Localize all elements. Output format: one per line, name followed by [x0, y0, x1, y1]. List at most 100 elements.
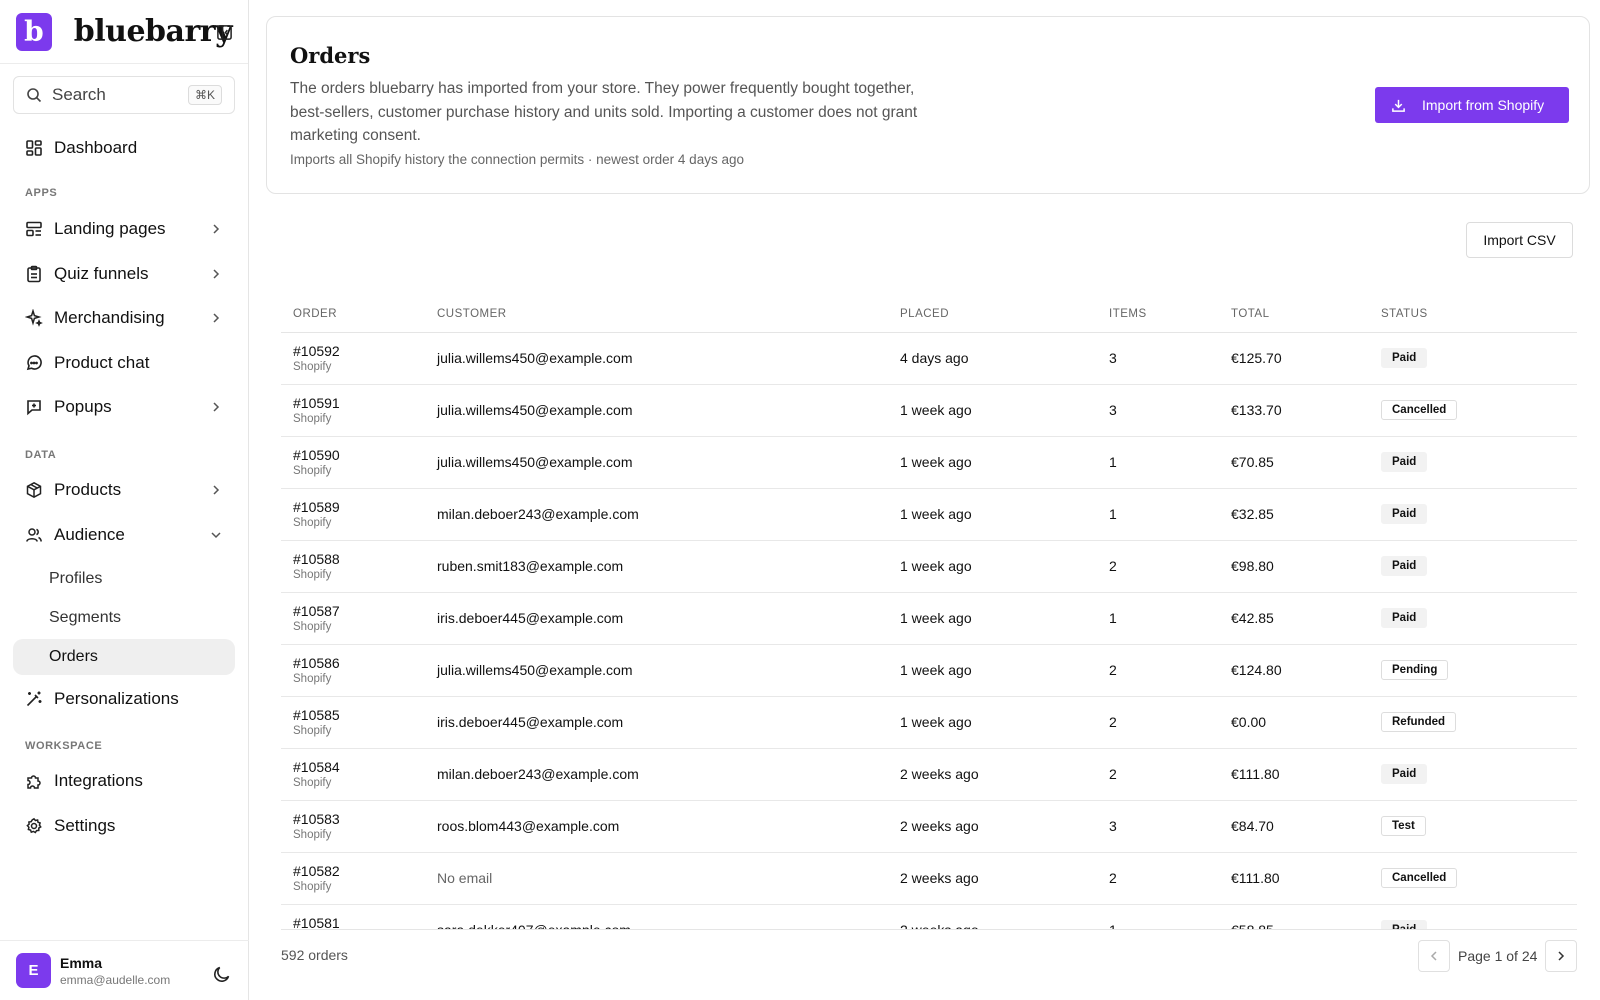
total-cell: €98.80 [1219, 540, 1369, 593]
order-cell: #10588 Shopify [281, 540, 425, 593]
avatar[interactable]: E [16, 953, 51, 988]
sidebar-item-dashboard[interactable]: Dashboard [13, 130, 235, 166]
customer-cell: No email [425, 852, 888, 905]
order-number[interactable]: #10582 [293, 863, 413, 879]
customer-cell: sara.dekker407@example.com [425, 904, 888, 929]
order-number[interactable]: #10590 [293, 447, 413, 463]
table-row[interactable]: #10582 Shopify No email 2 weeks ago 2 €111.80… [281, 852, 1577, 905]
sidebar-item-merchandising[interactable]: Merchandising [13, 300, 235, 336]
order-number[interactable]: #10584 [293, 759, 413, 775]
order-number[interactable]: #10591 [293, 395, 413, 411]
order-number[interactable]: #10588 [293, 551, 413, 567]
puzzle-icon [27, 775, 41, 789]
brand-logo[interactable]: b [16, 12, 52, 51]
sidebar-item-quiz-funnels[interactable]: Quiz funnels [13, 256, 235, 292]
next-page-button[interactable] [1545, 940, 1578, 972]
column-header-placed[interactable]: PLACED [888, 296, 1097, 333]
brand-name[interactable]: bluebarry [74, 14, 233, 49]
order-number[interactable]: #10589 [293, 499, 413, 515]
status-cell: Pending [1369, 644, 1577, 697]
customer-cell: milan.deboer243@example.com [425, 488, 888, 541]
column-header-order[interactable]: ORDER [281, 296, 425, 333]
sidebar-subitem-orders[interactable]: Orders [13, 639, 235, 675]
total-cell: €42.85 [1219, 592, 1369, 645]
table-row[interactable]: #10588 Shopify ruben.smit183@example.com 1 … [281, 540, 1577, 593]
sidebar-item-audience[interactable]: Audience [13, 517, 235, 553]
sidebar-item-label: Landing pages [54, 219, 166, 238]
order-number[interactable]: #10586 [293, 655, 413, 671]
button-label: Import from Shopify [1422, 97, 1545, 113]
items-cell: 2 [1097, 644, 1219, 697]
status-cell: Cancelled [1369, 384, 1577, 437]
table-row[interactable]: #10590 Shopify julia.willems450@example.co… [281, 436, 1577, 489]
table-row[interactable]: #10583 Shopify roos.blom443@example.com 2 w… [281, 800, 1577, 853]
items-cell: 2 [1097, 696, 1219, 749]
sidebar-subitem-segments[interactable]: Segments [13, 600, 235, 636]
import-from-shopify-button[interactable]: Import from Shopify [1375, 87, 1569, 123]
items-cell: 2 [1097, 540, 1219, 593]
status-cell: Paid [1369, 488, 1577, 541]
sidebar-item-settings[interactable]: Settings [13, 808, 235, 844]
customer-cell: roos.blom443@example.com [425, 800, 888, 853]
order-number[interactable]: #10583 [293, 811, 413, 827]
chevron-right-icon [213, 313, 220, 323]
placed-cell: 1 week ago [888, 644, 1097, 697]
table-row[interactable]: #10581Shopifysara.dekker407@example.com2… [281, 904, 1577, 929]
table-row[interactable]: #10585 Shopify iris.deboer445@example.com 1… [281, 696, 1577, 749]
column-header-status[interactable]: STATUS [1369, 296, 1577, 333]
sidebar-item-personalizations[interactable]: Personalizations [13, 681, 235, 717]
sidebar-item-landing-pages[interactable]: Landing pages [13, 211, 235, 247]
table-row[interactable]: #10584 Shopify milan.deboer243@example.com… [281, 748, 1577, 801]
order-cell: #10583 Shopify [281, 800, 425, 853]
user-profile[interactable]: E Emma emma@audelle.com [0, 940, 249, 1000]
previous-page-button[interactable] [1418, 940, 1450, 972]
order-number[interactable]: #10581 [293, 915, 413, 929]
order-number[interactable]: #10592 [293, 343, 413, 359]
search-placeholder: Search [52, 85, 106, 104]
table-row[interactable]: #10586 Shopify julia.willems450@example.co… [281, 644, 1577, 697]
nav-section-data: DATA [25, 449, 57, 461]
column-header-customer[interactable]: CUSTOMER [425, 296, 888, 333]
search-input[interactable]: Search ⌘K [13, 76, 235, 114]
page-description: The orders bluebarry has imported from y… [290, 80, 918, 144]
order-number[interactable]: #10587 [293, 603, 413, 619]
gear-icon [26, 817, 42, 834]
orders-table-body: #10592 Shopify julia.willems450@example.co… [281, 332, 1577, 929]
sidebar-item-product-chat[interactable]: Product chat [13, 345, 235, 381]
orders-table-container[interactable]: ORDER CUSTOMER PLACED ITEMS TOTAL STATUS… [281, 296, 1577, 930]
customer-cell: iris.deboer445@example.com [425, 696, 888, 749]
placed-cell: 2 weeks ago [888, 852, 1097, 905]
page-indicator: Page 1 of 24 [1458, 948, 1538, 964]
pagination: Page 1 of 24 [1418, 939, 1578, 973]
placed-cell: 1 week ago [888, 384, 1097, 437]
sidebar-item-integrations[interactable]: Integrations [13, 763, 235, 799]
sidebar-item-label: Merchandising [54, 308, 165, 327]
nav-section-workspace: WORKSPACE [25, 740, 103, 752]
customer-cell: julia.willems450@example.com [425, 436, 888, 489]
chevron-down-icon [211, 532, 221, 539]
column-header-total[interactable]: TOTAL [1219, 296, 1369, 333]
table-row[interactable]: #10591 Shopify julia.willems450@example.co… [281, 384, 1577, 437]
moon-icon[interactable] [212, 964, 232, 984]
sidebar-subitem-profiles[interactable]: Profiles [13, 561, 235, 597]
status-badge: Paid [1381, 348, 1428, 368]
items-cell: 2 [1097, 748, 1219, 801]
column-header-items[interactable]: ITEMS [1097, 296, 1219, 333]
nav-section-apps: APPS [25, 187, 58, 199]
order-cell: #10590 Shopify [281, 436, 425, 489]
placed-cell: 2 weeks ago [888, 748, 1097, 801]
import-csv-button[interactable]: Import CSV [1466, 222, 1573, 258]
sidebar-item-popups[interactable]: Popups [13, 389, 235, 425]
status-badge: Paid [1381, 920, 1428, 929]
sidebar-item-label: Product chat [54, 353, 150, 372]
status-badge: Paid [1381, 452, 1428, 472]
sidebar-item-products[interactable]: Products [13, 472, 235, 508]
placed-cell: 2 weeks ago [888, 904, 1097, 929]
items-cell: 2 [1097, 852, 1219, 905]
order-cell: #10591 Shopify [281, 384, 425, 437]
table-row[interactable]: #10592 Shopify julia.willems450@example.co… [281, 332, 1577, 385]
table-row[interactable]: #10589 Shopify milan.deboer243@example.com… [281, 488, 1577, 541]
collapse-icon[interactable] [216, 24, 233, 41]
table-row[interactable]: #10587 Shopify iris.deboer445@example.com 1… [281, 592, 1577, 645]
order-number[interactable]: #10585 [293, 707, 413, 723]
